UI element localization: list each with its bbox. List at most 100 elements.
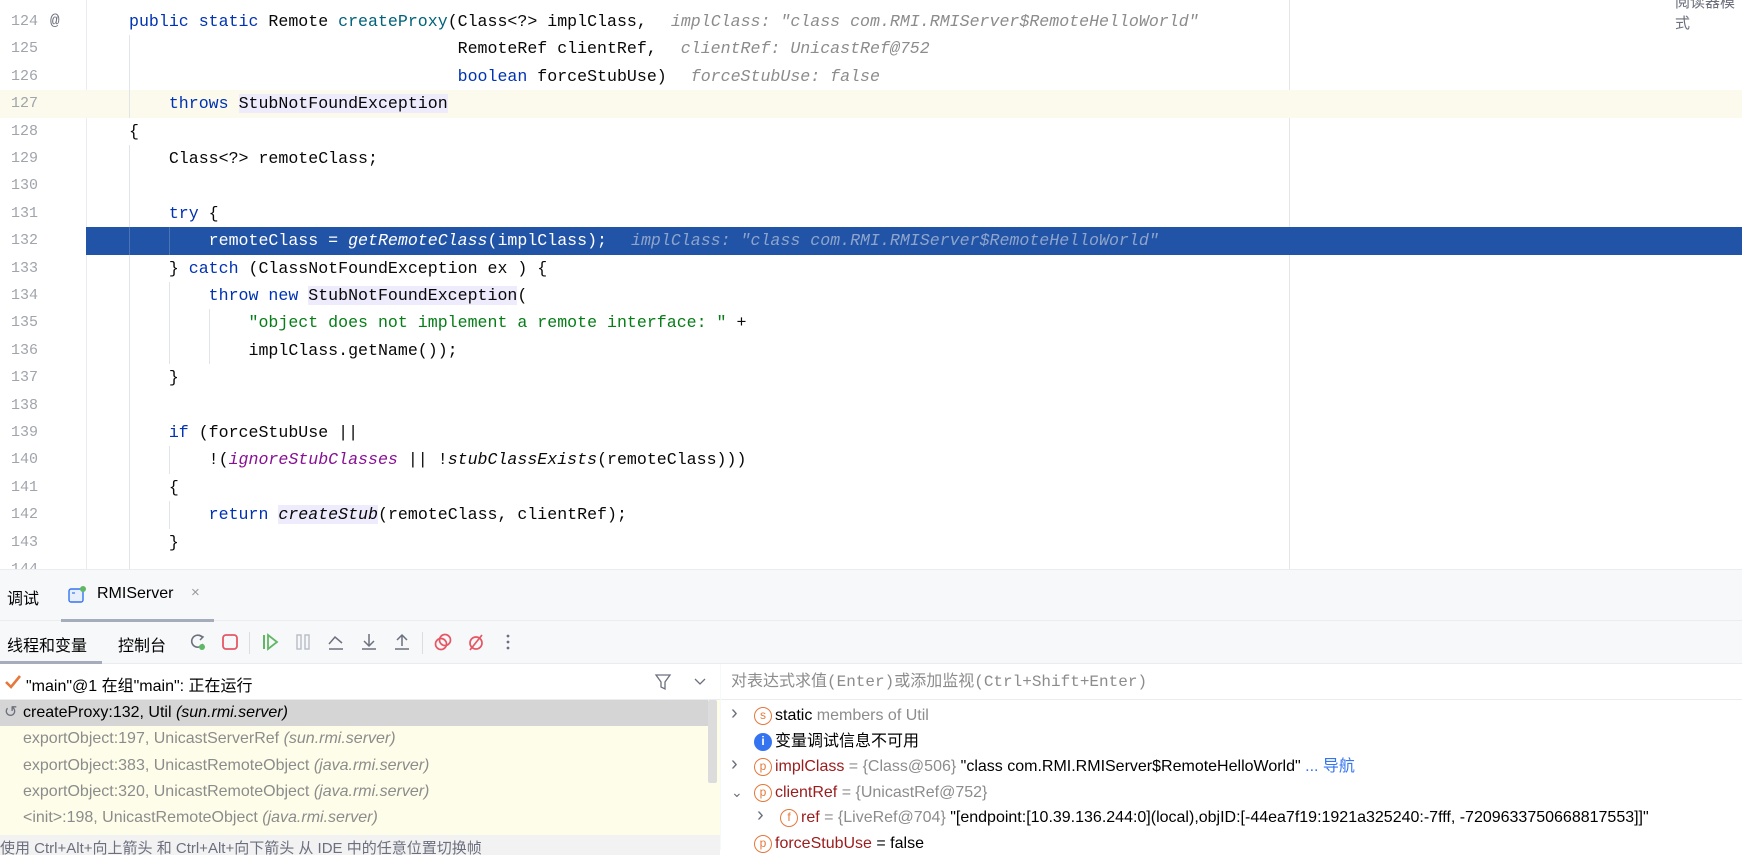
line-number[interactable]: 130	[0, 172, 38, 199]
code-line[interactable]: 139 if (forceStubUse ||	[0, 419, 1742, 446]
code-line[interactable]: 128 {	[0, 118, 1742, 145]
tab-rmiserver[interactable]: RMIServer ×	[61, 570, 214, 621]
line-number[interactable]: 125	[0, 35, 38, 62]
line-number[interactable]: 142	[0, 501, 38, 528]
application-icon	[67, 585, 87, 605]
line-number[interactable]: 143	[0, 529, 38, 556]
line-number[interactable]: 144	[0, 556, 38, 569]
line-number[interactable]: 129	[0, 145, 38, 172]
frame-switch-hint: 使用 Ctrl+Alt+向上箭头 和 Ctrl+Alt+向下箭头 从 IDE 中…	[0, 835, 720, 855]
code-line[interactable]: 134 throw new StubNotFoundException(	[0, 282, 1742, 309]
code-line[interactable]: 126 boolean forceStubUse)forceStubUse: f…	[0, 63, 1742, 90]
code-line[interactable]: 140 !(ignoreStubClasses || !stubClassExi…	[0, 446, 1742, 473]
step-over-icon[interactable]	[324, 630, 348, 654]
tab-threads-variables[interactable]: 线程和变量	[7, 632, 87, 656]
code-token: Remote	[268, 12, 338, 31]
pause-icon[interactable]	[291, 630, 315, 654]
code-text: } catch (ClassNotFoundException ex ) {	[129, 255, 547, 282]
code-line[interactable]: 138	[0, 392, 1742, 419]
frames-scrollbar[interactable]	[708, 700, 717, 783]
code-line[interactable]: 143 }	[0, 529, 1742, 556]
close-icon[interactable]: ×	[191, 584, 200, 601]
code-token: Class<?> remoteClass;	[129, 149, 378, 168]
code-line[interactable]: 127 throws StubNotFoundException	[0, 90, 1742, 117]
evaluate-expression-input[interactable]	[731, 670, 1721, 694]
variable-row[interactable]: pforceStubUse = false	[721, 831, 1742, 856]
variable-value: "[endpoint:[10.39.136.244:0](local),objI…	[950, 809, 1648, 826]
line-number[interactable]: 139	[0, 419, 38, 446]
code-token: StubNotFoundException	[308, 286, 517, 305]
evaluate-expression-field[interactable]	[721, 664, 1742, 700]
variable-row[interactable]: ›fref = {LiveRef@704} "[endpoint:[10.39.…	[721, 805, 1742, 831]
code-line[interactable]: 129 Class<?> remoteClass;	[0, 145, 1742, 172]
line-number[interactable]: 141	[0, 474, 38, 501]
code-text: throw new StubNotFoundException(	[129, 282, 527, 309]
chevron-down-icon[interactable]	[694, 677, 706, 687]
code-token: }	[129, 533, 179, 552]
reader-mode-button[interactable]: 阅读器模式	[1675, 0, 1742, 33]
more-icon[interactable]	[496, 630, 520, 654]
step-into-icon[interactable]	[357, 630, 381, 654]
line-number[interactable]: 135	[0, 309, 38, 336]
thread-label: "main"@1 在组"main": 正在运行	[26, 672, 253, 696]
line-number[interactable]: 133	[0, 255, 38, 282]
code-line[interactable]: 142 return createStub(remoteClass, clien…	[0, 501, 1742, 528]
code-area: }	[86, 529, 1742, 556]
variable-row[interactable]: ›pimplClass = {Class@506} "class com.RMI…	[721, 754, 1742, 780]
stack-frame[interactable]: exportObject:383, UnicastRemoteObject (j…	[0, 753, 708, 779]
line-number[interactable]: 126	[0, 63, 38, 90]
variable-name: forceStubUse	[775, 835, 872, 852]
variables-pane: ›sstatic members of Utili变量调试信息不可用›pimpl…	[721, 664, 1742, 851]
line-number[interactable]: 140	[0, 446, 38, 473]
code-line[interactable]: 132 remoteClass = getRemoteClass(implCla…	[0, 227, 1742, 254]
frames-list: ↺createProxy:132, Util (sun.rmi.server)e…	[0, 700, 720, 840]
resume-icon[interactable]	[258, 630, 282, 654]
code-line[interactable]: 144	[0, 556, 1742, 569]
stack-frame[interactable]: <init>:198, UnicastRemoteObject (java.rm…	[0, 805, 708, 831]
inline-value-hint: implClass: "class com.RMI.RMIServer$Remo…	[631, 231, 1159, 250]
code-token: boolean	[458, 67, 528, 86]
chevron-right-icon[interactable]: ›	[731, 701, 738, 727]
rerun-icon[interactable]	[186, 630, 210, 654]
code-line[interactable]: 135 "object does not implement a remote …	[0, 309, 1742, 336]
variable-row[interactable]: ›sstatic members of Util	[721, 703, 1742, 729]
line-number[interactable]: 128	[0, 118, 38, 145]
tab-console[interactable]: 控制台	[118, 632, 166, 656]
thread-selector[interactable]: "main"@1 在组"main": 正在运行	[0, 664, 720, 700]
line-number[interactable]: 132	[0, 227, 38, 254]
code-line[interactable]: 141 {	[0, 474, 1742, 501]
filter-icon[interactable]	[654, 673, 672, 691]
line-number[interactable]: 131	[0, 200, 38, 227]
step-out-icon[interactable]	[390, 630, 414, 654]
frame-package: (java.rmi.server)	[314, 783, 430, 800]
chevron-right-icon[interactable]: ›	[731, 752, 738, 778]
stack-frame[interactable]: ↺createProxy:132, Util (sun.rmi.server)	[0, 700, 708, 726]
line-number[interactable]: 127	[0, 90, 38, 117]
mute-breakpoints-icon[interactable]	[464, 630, 488, 654]
line-number[interactable]: 138	[0, 392, 38, 419]
code-line[interactable]: 136 implClass.getName());	[0, 337, 1742, 364]
code-editor[interactable]: 124 @ public static Remote createProxy(Cla…	[0, 0, 1742, 569]
variable-row[interactable]: i变量调试信息不可用	[721, 729, 1742, 755]
line-number[interactable]: 134	[0, 282, 38, 309]
stack-frame[interactable]: exportObject:197, UnicastServerRef (sun.…	[0, 726, 708, 752]
stack-frame[interactable]: exportObject:320, UnicastRemoteObject (j…	[0, 779, 708, 805]
line-number[interactable]: 137	[0, 364, 38, 391]
code-line[interactable]: 130	[0, 172, 1742, 199]
line-number[interactable]: 124	[0, 8, 38, 35]
chevron-down-icon[interactable]: ⌄	[731, 780, 743, 806]
code-line[interactable]: 131 try {	[0, 200, 1742, 227]
code-area: public static Remote createProxy(Class<?…	[86, 8, 1742, 35]
code-text: {	[129, 118, 139, 145]
at-sign-icon[interactable]: @	[50, 8, 60, 35]
code-line[interactable]: 125 RemoteRef clientRef,clientRef: Unica…	[0, 35, 1742, 62]
chevron-right-icon[interactable]: ›	[757, 803, 764, 829]
line-number[interactable]: 136	[0, 337, 38, 364]
stop-icon[interactable]	[218, 630, 242, 654]
code-line[interactable]: 124 @ public static Remote createProxy(Cla…	[0, 8, 1742, 35]
code-line[interactable]: 137 }	[0, 364, 1742, 391]
variable-row[interactable]: ⌄pclientRef = {UnicastRef@752}	[721, 780, 1742, 806]
code-line[interactable]: 133 } catch (ClassNotFoundException ex )…	[0, 255, 1742, 282]
view-breakpoints-icon[interactable]	[431, 630, 455, 654]
navigate-link[interactable]: ... 导航	[1301, 758, 1355, 775]
